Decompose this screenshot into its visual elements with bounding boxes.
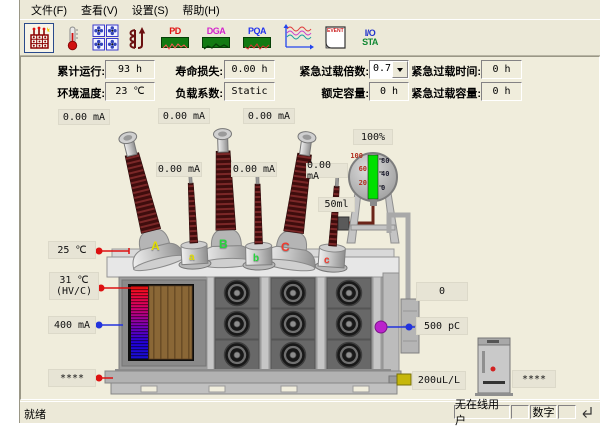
status-mode: 数字 xyxy=(530,405,557,419)
gauge-tick-20: 20 xyxy=(351,179,367,187)
menu-help[interactable]: 帮助(H) xyxy=(175,0,226,20)
cooling-fans-button[interactable] xyxy=(90,23,120,53)
menu-settings[interactable]: 设置(S) xyxy=(125,0,176,20)
status-pane-empty-1 xyxy=(511,405,529,419)
masked-right-label: **** xyxy=(512,370,556,388)
oil-level-label: 100% xyxy=(353,129,393,145)
winding-temp-value: 31 ℃ xyxy=(59,275,88,286)
menu-view[interactable]: 查看(V) xyxy=(74,0,125,20)
app-window: 文件(F) 查看(V) 设置(S) 帮助(H) xyxy=(19,0,600,423)
pd-label: PD xyxy=(169,27,181,36)
pqa-graph-icon xyxy=(243,37,271,48)
masked-left-label: **** xyxy=(48,369,96,387)
field-value-overload-time: 0 h xyxy=(481,60,522,79)
waves-icon xyxy=(282,24,314,52)
field-value-load-factor: Static xyxy=(224,82,275,101)
transformer-icon xyxy=(27,26,51,50)
gauge-tick-40: 40 xyxy=(381,170,397,178)
status-online-user: 无在线用户 xyxy=(454,405,510,419)
field-label-overload-factor: 紧急过载倍数: xyxy=(283,63,369,79)
transformer-diagram xyxy=(21,101,600,400)
gauge-tick-0: 0 xyxy=(381,184,397,192)
toolbar: PD DGA PQA xyxy=(20,19,600,56)
pd-monitor-button[interactable]: PD xyxy=(156,23,194,53)
phase-c-label: C xyxy=(281,240,290,254)
cursor-artifact-icon xyxy=(580,406,592,420)
transformer-overview-button[interactable] xyxy=(24,23,54,53)
hv-bushing-current-c: 0.00 mA xyxy=(243,108,295,124)
overload-factor-value: 0.7 xyxy=(373,63,391,74)
sta-label: STA xyxy=(362,38,378,47)
field-label-life-loss: 寿命损失: xyxy=(155,63,223,79)
partial-discharge-label: 500 pC xyxy=(416,317,468,335)
io-status-button[interactable]: I/O STA xyxy=(353,23,387,53)
status-pane-empty-2 xyxy=(558,405,576,419)
lv-bushing-current-c: 0.00 mA xyxy=(306,163,348,178)
core-current-label: 400 mA xyxy=(48,316,96,334)
field-value-runtime: 93 h xyxy=(105,60,155,79)
status-ready-text: 就绪 xyxy=(24,406,46,422)
overload-factor-select[interactable]: 0.7 xyxy=(369,60,409,79)
lv-bushing-current-b: 0.00 mA xyxy=(231,162,277,177)
top-oil-temp-label: 25 ℃ xyxy=(48,241,96,259)
gas-in-oil-label: 200uL/L xyxy=(412,371,466,390)
hv-bushing-current-a: 0.00 mA xyxy=(58,109,110,125)
menu-bar: 文件(F) 查看(V) 设置(S) 帮助(H) xyxy=(20,0,600,19)
phase-b-lv-label: b xyxy=(253,253,259,264)
field-value-life-loss: 0.00 h xyxy=(224,60,275,79)
dga-monitor-button[interactable]: DGA xyxy=(197,23,235,53)
client-area: 累计运行: 93 h 寿命损失: 0.00 h 紧急过载倍数: 0.7 紧急过载… xyxy=(20,56,600,400)
winding-coil-button[interactable] xyxy=(123,23,153,53)
pd-graph-icon xyxy=(161,37,189,48)
chevron-down-icon xyxy=(397,68,403,72)
field-value-ambient-temp: 23 ℃ xyxy=(105,82,155,101)
pqa-label: PQA xyxy=(248,27,266,36)
oil-moisture-label: 50ml xyxy=(318,197,355,212)
winding-temp-label: 31 ℃ (HV/C) xyxy=(49,272,99,300)
temperature-button[interactable] xyxy=(57,23,87,53)
field-label-overload-time: 紧急过载时间: xyxy=(411,63,481,79)
phase-a-lv-label: a xyxy=(189,252,195,263)
lv-bushing-current-a: 0.00 mA xyxy=(156,162,202,177)
gauge-tick-60: 60 xyxy=(351,165,367,173)
field-label-load-factor: 负载系数: xyxy=(155,85,223,101)
field-label-overload-capacity: 紧急过载容量: xyxy=(399,85,481,101)
status-bar: 就绪 无在线用户 数字 xyxy=(20,401,600,423)
screenshot-root: 文件(F) 查看(V) 设置(S) 帮助(H) xyxy=(0,0,600,430)
coil-icon xyxy=(126,25,150,51)
hv-bushing-current-b: 0.00 mA xyxy=(158,108,210,124)
menu-file[interactable]: 文件(F) xyxy=(24,0,74,20)
pqa-monitor-button[interactable]: PQA xyxy=(238,23,276,53)
event-label: EVENT xyxy=(327,28,344,34)
field-value-overload-capacity: 0 h xyxy=(481,82,522,101)
field-label-rated-capacity: 额定容量: xyxy=(283,85,369,101)
waveform-button[interactable] xyxy=(279,23,317,53)
phase-a-label: A xyxy=(151,239,160,253)
fans-icon xyxy=(92,24,119,51)
winding-temp-note: (HV/C) xyxy=(56,286,92,297)
cooler-state-label: 0 xyxy=(416,282,468,301)
dga-graph-icon xyxy=(202,37,230,48)
field-label-runtime: 累计运行: xyxy=(37,63,105,79)
gauge-tick-80: 80 xyxy=(381,157,397,165)
dropdown-button[interactable] xyxy=(392,61,408,78)
phase-c-lv-label: c xyxy=(324,255,330,266)
event-log-button[interactable]: EVENT xyxy=(320,23,350,53)
dga-label: DGA xyxy=(207,27,226,36)
gauge-tick-100: 100 xyxy=(347,152,363,160)
field-label-ambient-temp: 环境温度: xyxy=(37,85,105,101)
phase-b-label: B xyxy=(219,237,228,251)
thermometer-icon xyxy=(60,25,84,51)
